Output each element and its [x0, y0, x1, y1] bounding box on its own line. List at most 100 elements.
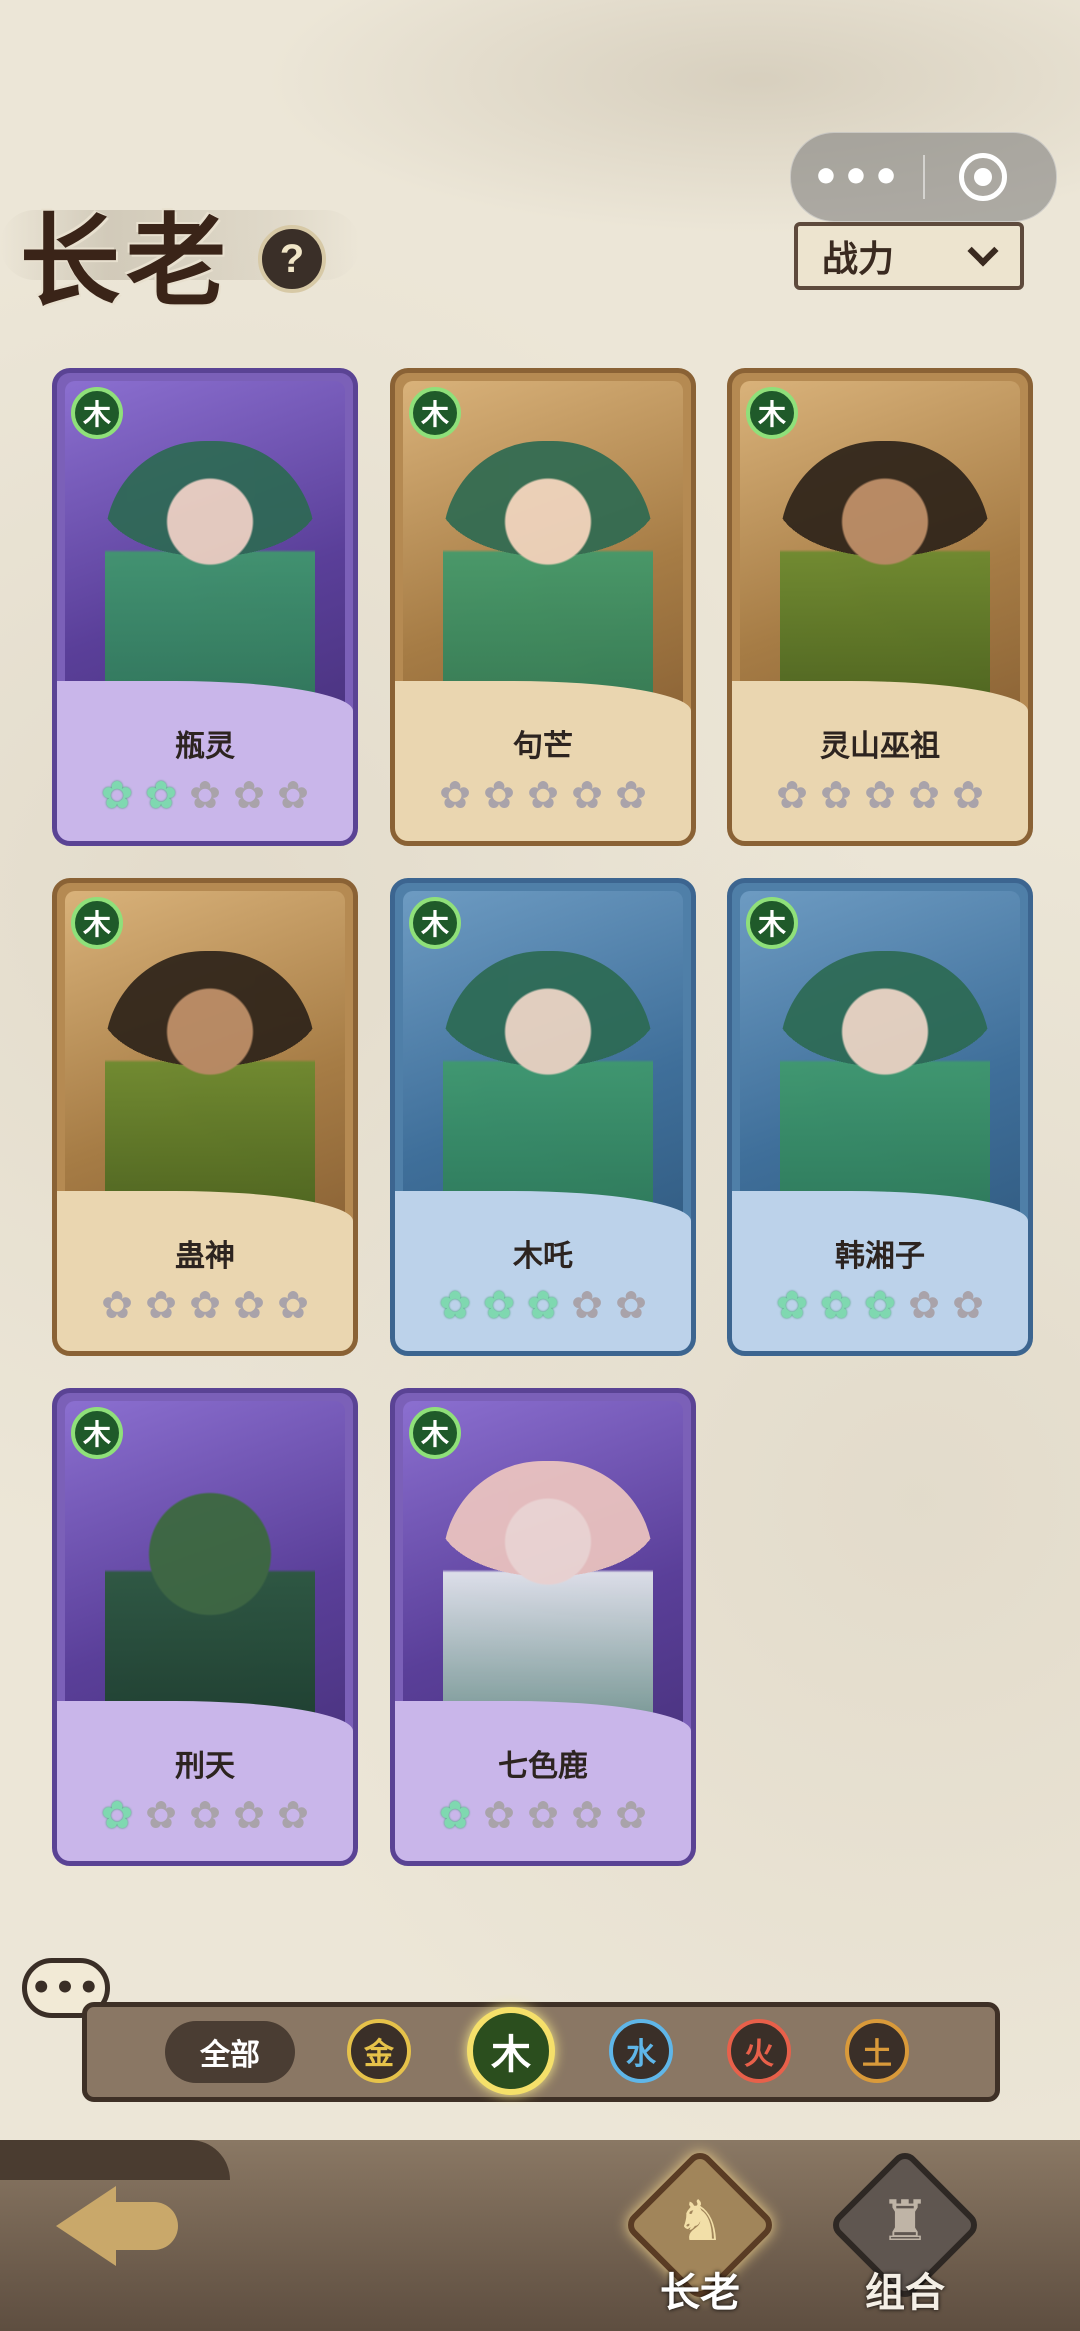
tab-group[interactable]: ♜ 组合	[827, 2140, 983, 2331]
card-name-panel: 句芒 ✿ ✿ ✿ ✿ ✿	[395, 681, 691, 841]
filter-all-button[interactable]: 全部	[165, 2021, 295, 2083]
star-icon: ✿	[864, 1283, 896, 1327]
star-icon: ✿	[189, 773, 221, 817]
star-icon: ✿	[233, 1793, 265, 1837]
star-icon: ✿	[952, 773, 984, 817]
elder-card[interactable]: 木七色鹿 ✿ ✿ ✿ ✿ ✿	[390, 1388, 696, 1866]
group-figure-icon: ♜	[879, 2189, 931, 2254]
element-filter-bar: 全部 金 木 水 火 土	[82, 2002, 1000, 2102]
filter-fire-button[interactable]: 火	[727, 2019, 791, 2083]
star-icon: ✿	[233, 1283, 265, 1327]
star-icon: ✿	[820, 773, 852, 817]
back-arrow-shaft	[108, 2202, 178, 2250]
star-icon: ✿	[439, 1283, 471, 1327]
star-icon: ✿	[277, 773, 309, 817]
tab-group-label: 组合	[865, 2270, 945, 2316]
help-icon[interactable]: ?	[258, 225, 326, 293]
card-name-panel: 韩湘子 ✿ ✿ ✿ ✿ ✿	[732, 1191, 1028, 1351]
elder-card[interactable]: 木灵山巫祖 ✿ ✿ ✿ ✿ ✿	[727, 368, 1033, 846]
star-icon: ✿	[527, 1283, 559, 1327]
element-wood-badge: 木	[71, 897, 123, 949]
star-icon: ✿	[145, 1793, 177, 1837]
sort-dropdown[interactable]: 战力	[794, 222, 1024, 290]
star-rating: ✿ ✿ ✿ ✿ ✿	[395, 1795, 691, 1835]
elder-figure-icon: ♞	[674, 2189, 726, 2254]
chevron-down-icon	[967, 235, 999, 267]
star-icon: ✿	[776, 1283, 808, 1327]
elder-card[interactable]: 木蛊神 ✿ ✿ ✿ ✿ ✿	[52, 878, 358, 1356]
star-icon: ✿	[277, 1283, 309, 1327]
card-name-panel: 瓶灵 ✿ ✿ ✿ ✿ ✿	[57, 681, 353, 841]
sort-selected-label: 战力	[822, 239, 895, 280]
star-icon: ✿	[908, 1283, 940, 1327]
star-rating: ✿ ✿ ✿ ✿ ✿	[395, 1285, 691, 1325]
capsule-divider	[923, 155, 925, 199]
filter-metal-button[interactable]: 金	[347, 2019, 411, 2083]
header: 长老 ?	[0, 170, 380, 320]
element-wood-badge: 木	[746, 897, 798, 949]
page-title: 长老	[20, 202, 232, 320]
star-icon: ✿	[145, 1283, 177, 1327]
more-options-button[interactable]: •••	[791, 133, 923, 221]
card-name: 七色鹿	[498, 1749, 588, 1784]
star-icon: ✿	[189, 1793, 221, 1837]
star-icon: ✿	[483, 1793, 515, 1837]
card-name: 句芒	[513, 729, 573, 764]
elder-card[interactable]: 木刑天 ✿ ✿ ✿ ✿ ✿	[52, 1388, 358, 1866]
star-icon: ✿	[820, 1283, 852, 1327]
star-icon: ✿	[615, 1283, 647, 1327]
elder-card[interactable]: 木句芒 ✿ ✿ ✿ ✿ ✿	[390, 368, 696, 846]
star-rating: ✿ ✿ ✿ ✿ ✿	[395, 775, 691, 815]
star-icon: ✿	[101, 773, 133, 817]
element-wood-badge: 木	[71, 387, 123, 439]
star-icon: ✿	[615, 773, 647, 817]
star-icon: ✿	[439, 1793, 471, 1837]
elder-card[interactable]: 木瓶灵 ✿ ✿ ✿ ✿ ✿	[52, 368, 358, 846]
star-rating: ✿ ✿ ✿ ✿ ✿	[57, 1285, 353, 1325]
star-rating: ✿ ✿ ✿ ✿ ✿	[57, 775, 353, 815]
star-icon: ✿	[439, 773, 471, 817]
element-wood-badge: 木	[409, 387, 461, 439]
star-icon: ✿	[908, 773, 940, 817]
card-name: 刑天	[175, 1749, 235, 1784]
element-wood-badge: 木	[71, 1407, 123, 1459]
card-name-panel: 木吒 ✿ ✿ ✿ ✿ ✿	[395, 1191, 691, 1351]
star-icon: ✿	[101, 1793, 133, 1837]
element-wood-badge: 木	[746, 387, 798, 439]
star-icon: ✿	[571, 773, 603, 817]
miniprogram-capsule: •••	[790, 132, 1057, 222]
star-icon: ✿	[483, 1283, 515, 1327]
star-icon: ✿	[189, 1283, 221, 1327]
star-icon: ✿	[615, 1793, 647, 1837]
star-icon: ✿	[483, 773, 515, 817]
card-name-panel: 七色鹿 ✿ ✿ ✿ ✿ ✿	[395, 1701, 691, 1861]
element-wood-badge: 木	[409, 897, 461, 949]
back-arrow-button[interactable]	[56, 2166, 178, 2276]
element-wood-badge: 木	[409, 1407, 461, 1459]
card-name: 韩湘子	[835, 1239, 925, 1274]
filter-wood-button[interactable]: 木	[467, 2007, 555, 2095]
card-name: 木吒	[513, 1239, 573, 1274]
star-icon: ✿	[233, 773, 265, 817]
card-name: 瓶灵	[175, 729, 235, 764]
star-icon: ✿	[145, 773, 177, 817]
star-rating: ✿ ✿ ✿ ✿ ✿	[57, 1795, 353, 1835]
star-icon: ✿	[864, 773, 896, 817]
elder-card[interactable]: 木韩湘子 ✿ ✿ ✿ ✿ ✿	[727, 878, 1033, 1356]
card-name: 蛊神	[175, 1239, 235, 1274]
star-icon: ✿	[571, 1793, 603, 1837]
star-icon: ✿	[527, 773, 559, 817]
filter-earth-button[interactable]: 土	[845, 2019, 909, 2083]
star-icon: ✿	[277, 1793, 309, 1837]
back-arrow-icon	[56, 2186, 116, 2266]
filter-water-button[interactable]: 水	[609, 2019, 673, 2083]
star-rating: ✿ ✿ ✿ ✿ ✿	[732, 775, 1028, 815]
star-icon: ✿	[571, 1283, 603, 1327]
elder-card[interactable]: 木木吒 ✿ ✿ ✿ ✿ ✿	[390, 878, 696, 1356]
star-icon: ✿	[527, 1793, 559, 1837]
close-target-icon[interactable]	[959, 153, 1007, 201]
card-name: 灵山巫祖	[820, 729, 940, 764]
star-rating: ✿ ✿ ✿ ✿ ✿	[732, 1285, 1028, 1325]
tab-elder[interactable]: ♞ 长老	[622, 2140, 778, 2331]
star-icon: ✿	[776, 773, 808, 817]
